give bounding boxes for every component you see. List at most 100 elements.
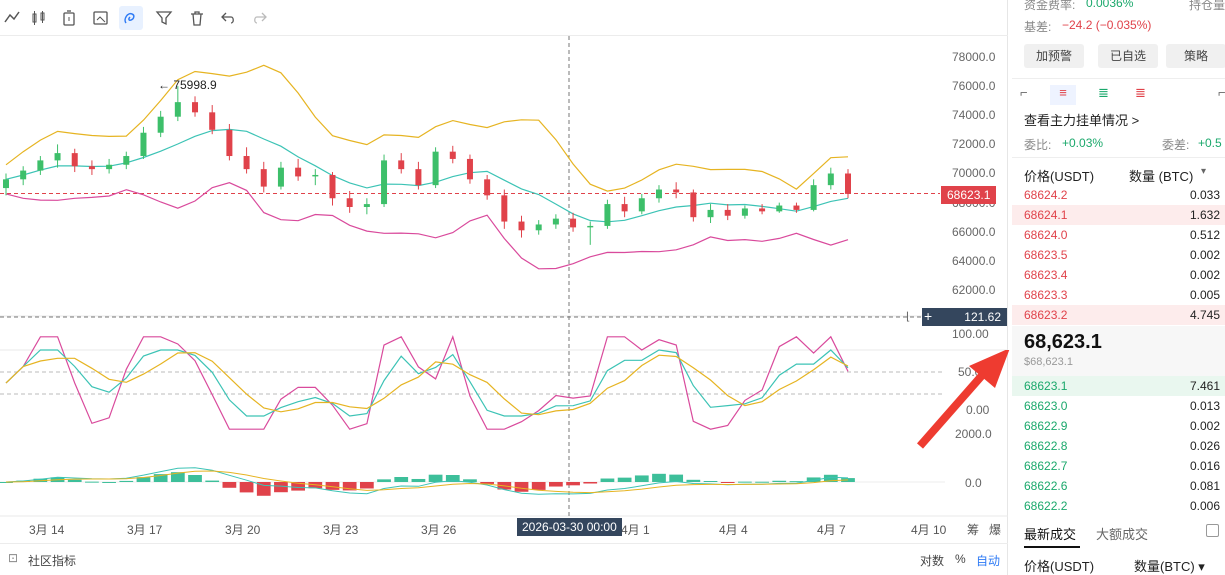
- candle-body: [329, 174, 336, 199]
- candle-style-icon[interactable]: [27, 6, 51, 30]
- boll-lower-band: [5, 182, 849, 270]
- trading-app: 78000.076000.074000.072000.070000.068000…: [0, 0, 1225, 575]
- bid-qty: 0.002: [1189, 419, 1220, 433]
- main-orders-link[interactable]: 查看主力挂单情况 >: [1024, 110, 1139, 129]
- candle-body: [518, 221, 525, 231]
- macd-bar: [583, 482, 598, 484]
- indicator-icon[interactable]: [57, 6, 81, 30]
- price-tick: 62000.0: [952, 282, 996, 297]
- funding-value: 0.0036%: [1086, 0, 1134, 10]
- tab-large-trades[interactable]: 大额成交: [1096, 524, 1148, 543]
- candle-body: [277, 167, 284, 187]
- trend-line-icon[interactable]: [0, 6, 24, 30]
- bid-row[interactable]: 68622.6 0.081: [1012, 476, 1225, 496]
- candle-body: [776, 205, 783, 212]
- macd-bar: [188, 475, 202, 482]
- qty-header[interactable]: 数量 (BTC): [1129, 166, 1193, 185]
- candle-body: [88, 166, 95, 170]
- price-tick: 76000.0: [952, 79, 996, 94]
- chart-area[interactable]: 78000.076000.074000.072000.070000.068000…: [0, 0, 1010, 575]
- boll-middle-band: [5, 128, 849, 223]
- settings-sheet-icon[interactable]: [89, 6, 113, 30]
- macd-tick-0: 0.0: [965, 476, 982, 490]
- ask-row[interactable]: 68623.2 4.745: [1012, 305, 1225, 325]
- both-sides-view-icon[interactable]: ≡: [1050, 85, 1076, 105]
- candle-body: [810, 185, 817, 210]
- macd-bar: [119, 480, 134, 482]
- candle-body: [552, 218, 559, 225]
- bid-row[interactable]: 68622.2 0.006: [1012, 496, 1225, 516]
- candle-body: [724, 209, 731, 216]
- candle-body: [759, 208, 766, 212]
- filter-icon[interactable]: [152, 6, 176, 30]
- current-price-tag: 68623.1: [941, 186, 997, 204]
- diff-value: +0.5: [1198, 136, 1222, 150]
- add-alert-button[interactable]: 加预警: [1024, 44, 1084, 68]
- ask-row[interactable]: 68624.2 0.033: [1012, 185, 1225, 205]
- ask-price: 68623.4: [1024, 268, 1068, 282]
- candle-body: [71, 153, 78, 167]
- funding-label: 资金费率:: [1024, 0, 1076, 12]
- auto-scale-toggle[interactable]: 自动: [976, 552, 1000, 569]
- redo-icon[interactable]: [248, 6, 272, 30]
- crosshair-price-tag: + 121.62: [922, 308, 1007, 326]
- price-tick: 70000.0: [952, 166, 996, 181]
- candle-body: [570, 218, 577, 228]
- last-price-box: 68,623.1 $68,623.1: [1012, 326, 1225, 376]
- candle-body: [37, 160, 44, 171]
- ask-row[interactable]: 68623.4 0.002: [1012, 265, 1225, 285]
- open-interest-label: 持仓量: [1189, 0, 1225, 12]
- bid-row[interactable]: 68623.1 7.461: [1012, 376, 1225, 396]
- community-indicators-link[interactable]: 社区指标: [28, 552, 76, 569]
- community-icon[interactable]: ⊡: [8, 551, 18, 565]
- x-label: 4月 1: [621, 523, 650, 537]
- candle-body: [604, 204, 611, 226]
- filter-checkbox[interactable]: [1206, 524, 1219, 537]
- bottom-qty-header[interactable]: 数量(BTC) ▾: [1134, 556, 1205, 575]
- macd-bar: [205, 480, 220, 482]
- candle-body: [140, 132, 147, 157]
- bid-row[interactable]: 68622.8 0.026: [1012, 436, 1225, 456]
- candle-body: [381, 160, 388, 205]
- macd-bar: [669, 474, 684, 482]
- watchlist-button[interactable]: 已自选: [1098, 44, 1158, 68]
- candle-body: [449, 151, 456, 159]
- undo-icon[interactable]: [216, 6, 240, 30]
- tab-latest-trades[interactable]: 最新成交: [1024, 524, 1076, 543]
- macd-bar: [359, 482, 374, 489]
- candle-body: [690, 192, 697, 218]
- x-label: 3月 20: [225, 523, 261, 537]
- price-tick: 66000.0: [952, 224, 996, 239]
- ask-row[interactable]: 68624.0 0.512: [1012, 225, 1225, 245]
- bids-view-icon[interactable]: ≣: [1098, 85, 1109, 101]
- x-label: 4月 10: [911, 523, 947, 537]
- bid-row[interactable]: 68622.9 0.002: [1012, 416, 1225, 436]
- candle-body: [157, 116, 164, 133]
- strategy-button[interactable]: 策略: [1166, 44, 1225, 68]
- macd-bar: [703, 480, 718, 482]
- candle-body: [673, 189, 680, 193]
- more-icon[interactable]: ⌐: [1218, 85, 1225, 100]
- expand-icon[interactable]: ⌊: [906, 310, 910, 323]
- percent-scale-toggle[interactable]: %: [955, 552, 966, 566]
- bid-row[interactable]: 68623.0 0.013: [1012, 396, 1225, 416]
- asks-view-icon[interactable]: ≣: [1135, 85, 1146, 101]
- combined-view-icon[interactable]: ⌐: [1020, 85, 1028, 100]
- ask-row[interactable]: 68623.3 0.005: [1012, 285, 1225, 305]
- chevron-down-icon[interactable]: ▾: [1201, 166, 1206, 177]
- log-scale-toggle[interactable]: 对数: [920, 552, 944, 569]
- macd-bar: [634, 475, 649, 482]
- kline-chart[interactable]: [0, 36, 1008, 542]
- ask-row[interactable]: 68624.1 1.632: [1012, 205, 1225, 225]
- magnet-icon[interactable]: [119, 6, 143, 30]
- bid-row[interactable]: 68622.7 0.016: [1012, 456, 1225, 476]
- chip-distribution-button[interactable]: 筹: [967, 521, 979, 538]
- candle-body: [587, 225, 594, 228]
- ask-row[interactable]: 68623.5 0.002: [1012, 245, 1225, 265]
- liquidation-button[interactable]: 爆: [989, 521, 1001, 538]
- bid-price: 68622.6: [1024, 479, 1068, 493]
- trash-icon[interactable]: [185, 6, 209, 30]
- macd-bar: [102, 481, 116, 483]
- macd-bar: [652, 473, 666, 482]
- plus-icon[interactable]: +: [924, 308, 932, 324]
